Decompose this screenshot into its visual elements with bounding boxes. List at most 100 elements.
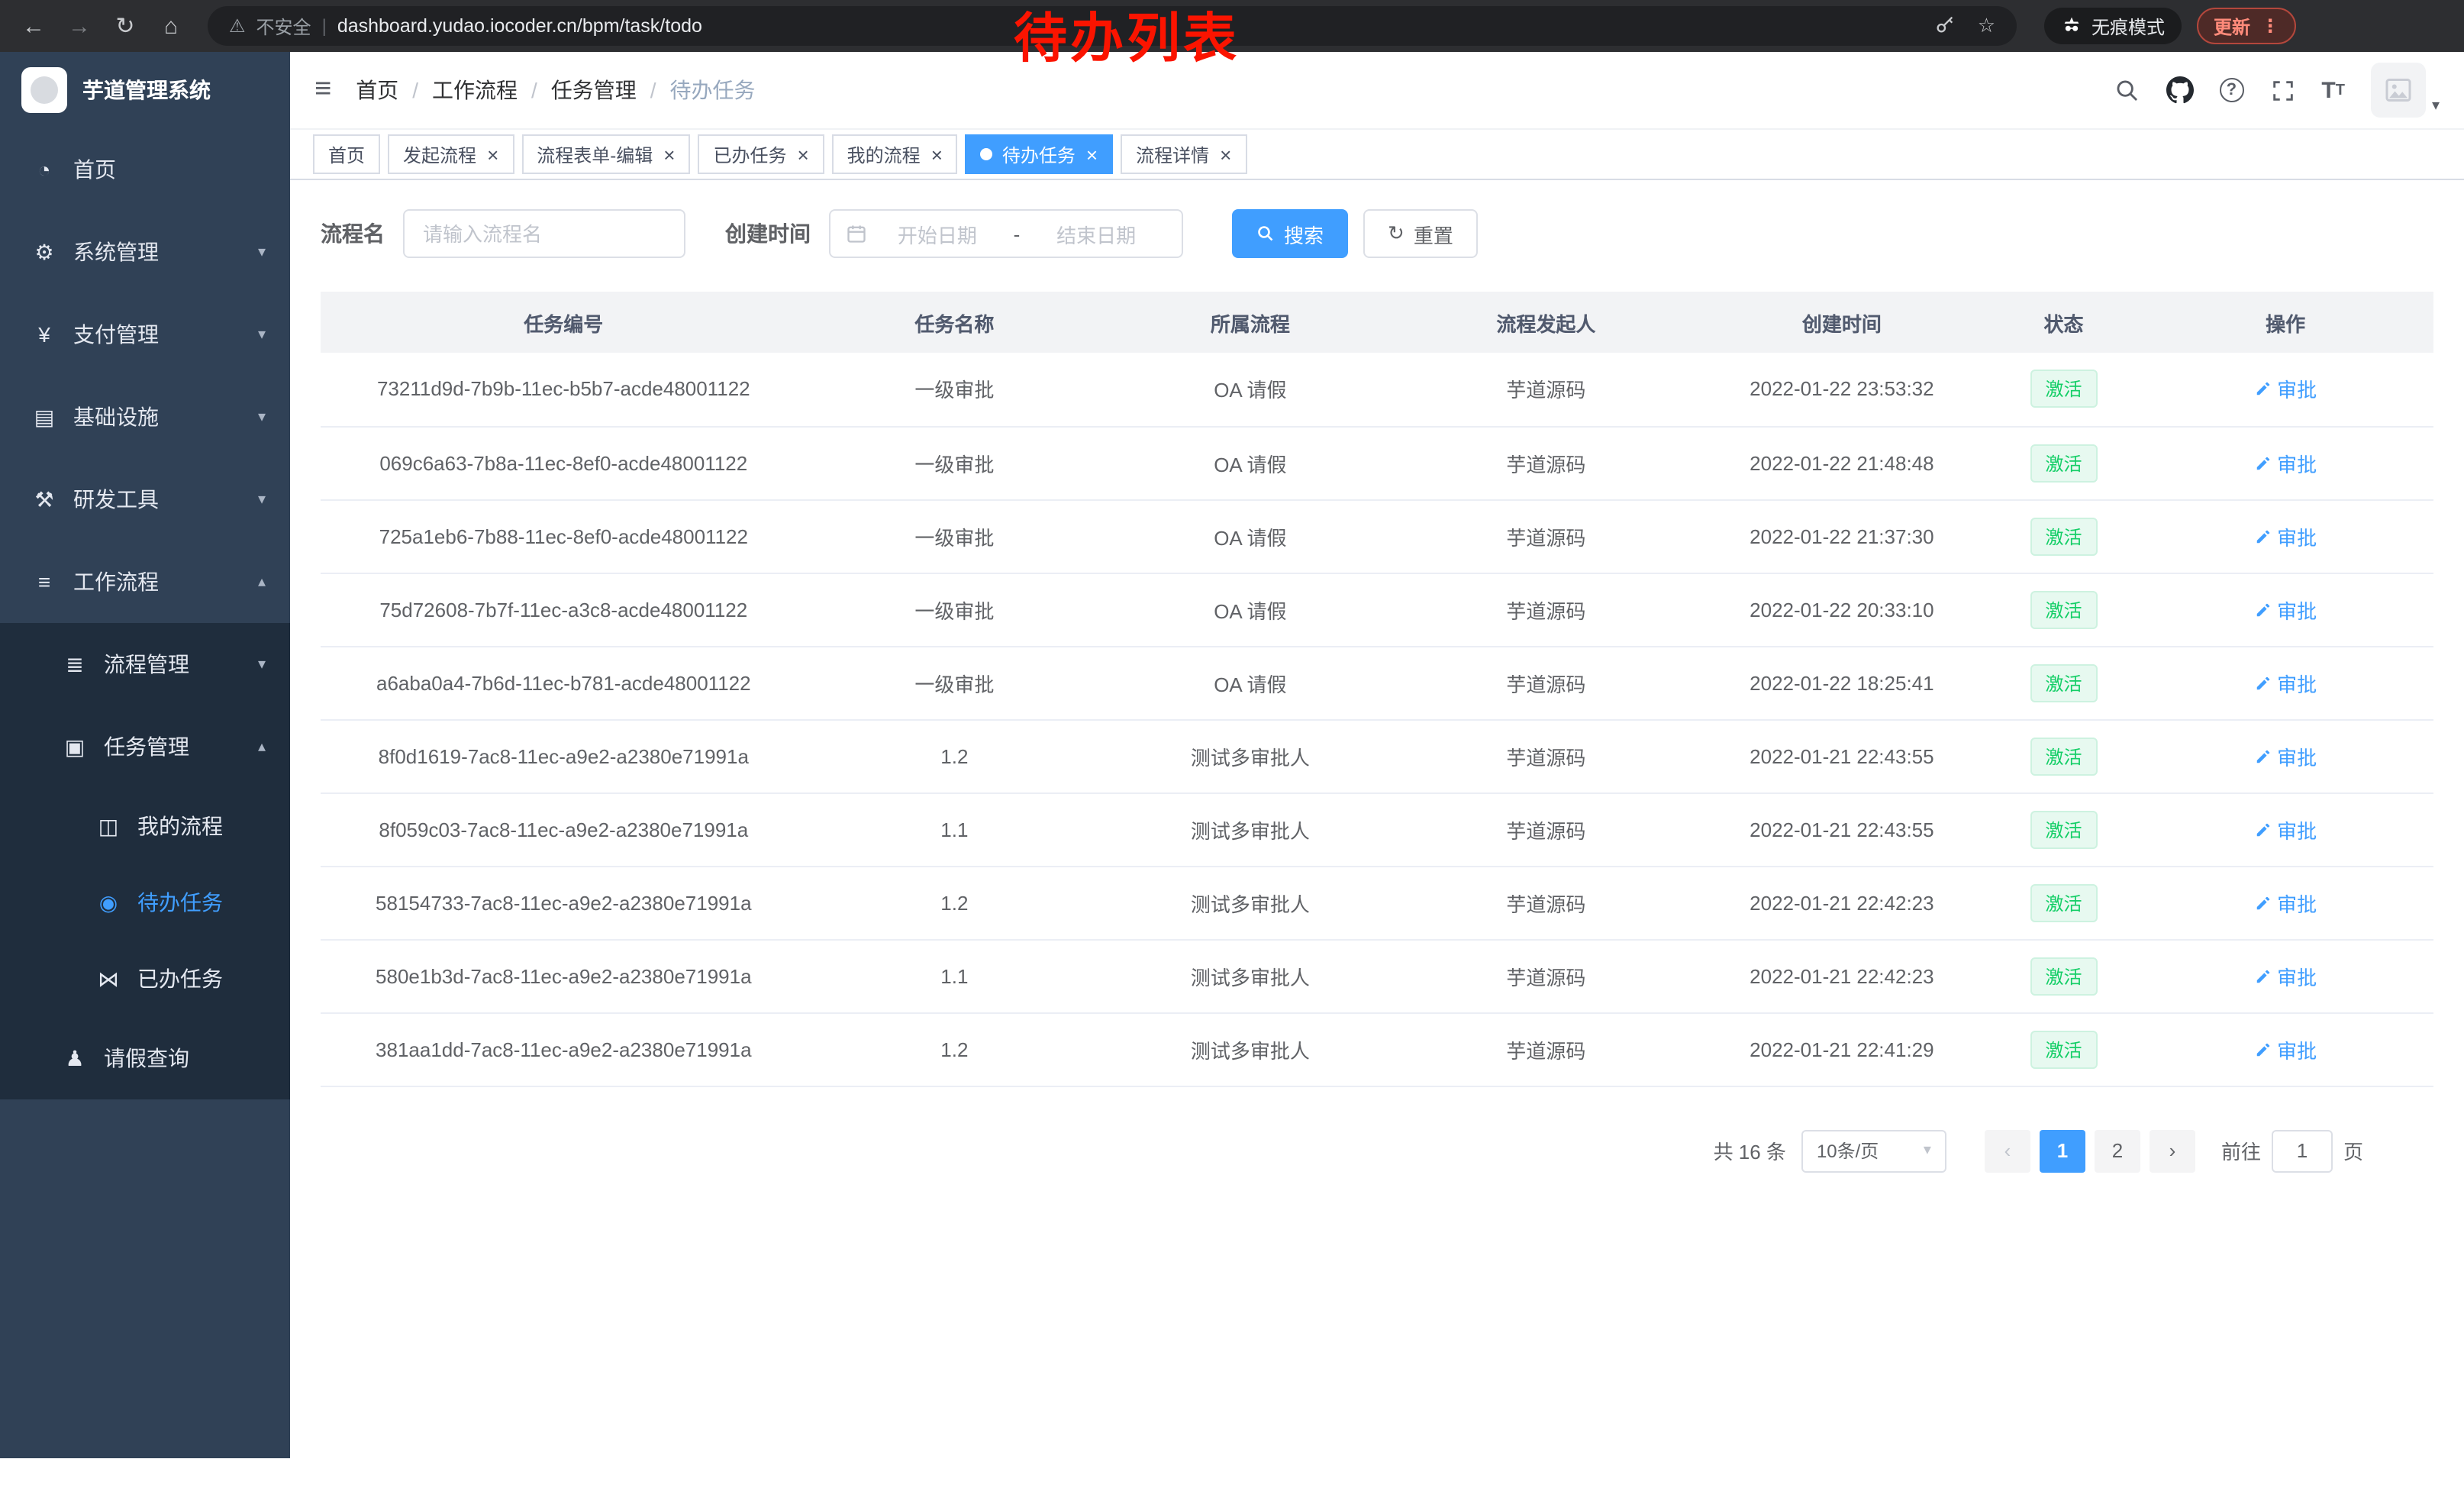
sidebar-item-my-process[interactable]: ◫ 我的流程 bbox=[0, 788, 290, 864]
incognito-icon bbox=[2061, 13, 2082, 39]
tab-home[interactable]: 首页 bbox=[313, 134, 380, 174]
update-button[interactable]: 更新 ⋮ bbox=[2197, 8, 2296, 44]
sidebar-item-task-manage[interactable]: ▣ 任务管理 ▴ bbox=[0, 705, 290, 788]
tab-process-detail[interactable]: 流程详情 × bbox=[1121, 134, 1247, 174]
sidebar-item-devtools[interactable]: ⚒ 研发工具 ▾ bbox=[0, 458, 290, 541]
approve-link[interactable]: 审批 bbox=[2254, 888, 2317, 917]
sidebar-item-home[interactable]: ◔ 首页 bbox=[0, 128, 290, 211]
sidebar-item-payment[interactable]: ¥ 支付管理 ▾ bbox=[0, 293, 290, 376]
user-menu[interactable]: ▾ bbox=[2371, 63, 2440, 118]
tab-close-icon[interactable]: × bbox=[1086, 144, 1098, 164]
cell-process: OA 请假 bbox=[1102, 573, 1398, 646]
status-badge: 激活 bbox=[2030, 370, 2097, 408]
pager-pages: 12 bbox=[2035, 1129, 2145, 1172]
reset-icon: ↻ bbox=[1388, 221, 1405, 246]
tab-done-tasks[interactable]: 已办任务 × bbox=[698, 134, 824, 174]
calendar-icon bbox=[846, 223, 867, 244]
fullscreen-icon[interactable] bbox=[2269, 77, 2295, 103]
search-icon[interactable] bbox=[2114, 77, 2140, 103]
next-page-button[interactable]: › bbox=[2150, 1129, 2195, 1172]
back-icon[interactable]: ← bbox=[12, 5, 55, 47]
cell-task-id: 8f059c03-7ac8-11ec-a9e2-a2380e71991a bbox=[321, 792, 807, 866]
cell-process: OA 请假 bbox=[1102, 646, 1398, 719]
sidebar-filler bbox=[0, 1099, 290, 1458]
breadcrumb-item[interactable]: 任务管理 bbox=[551, 75, 637, 105]
help-icon[interactable]: ? bbox=[2219, 78, 2243, 102]
process-name-label: 流程名 bbox=[321, 218, 385, 249]
approve-link[interactable]: 审批 bbox=[2254, 1035, 2317, 1064]
font-size-icon[interactable]: TT bbox=[2321, 77, 2345, 103]
page-button[interactable]: 2 bbox=[2095, 1129, 2140, 1172]
page-button[interactable]: 1 bbox=[2040, 1129, 2085, 1172]
reset-button[interactable]: ↻ 重置 bbox=[1363, 209, 1478, 258]
cell-process: OA 请假 bbox=[1102, 426, 1398, 499]
tab-my-process[interactable]: 我的流程 × bbox=[832, 134, 958, 174]
url-text: dashboard.yudao.iocoder.cn/bpm/task/todo bbox=[337, 15, 702, 37]
tab-close-icon[interactable]: × bbox=[797, 144, 808, 164]
date-range-picker[interactable]: 开始日期 - 结束日期 bbox=[829, 209, 1183, 258]
approve-link[interactable]: 审批 bbox=[2254, 961, 2317, 990]
tab-close-icon[interactable]: × bbox=[663, 144, 675, 164]
main-content: 流程名 创建时间 开始日期 - 结束日期 bbox=[290, 182, 2464, 1501]
tab-close-icon[interactable]: × bbox=[1220, 144, 1231, 164]
cell-task-id: 8f0d1619-7ac8-11ec-a9e2-a2380e71991a bbox=[321, 719, 807, 792]
sidebar-item-workflow[interactable]: ≡ 工作流程 ▴ bbox=[0, 541, 290, 623]
approve-link[interactable]: 审批 bbox=[2254, 521, 2317, 550]
search-button[interactable]: 搜索 bbox=[1232, 209, 1348, 258]
breadcrumb-item[interactable]: 工作流程 bbox=[432, 75, 518, 105]
breadcrumb-separator: / bbox=[531, 78, 537, 102]
approve-link[interactable]: 审批 bbox=[2254, 668, 2317, 697]
prev-page-button[interactable]: ‹ bbox=[1985, 1129, 2030, 1172]
cell-starter: 芋道源码 bbox=[1398, 353, 1695, 426]
sidebar-toggle-icon[interactable]: ≡ bbox=[314, 73, 331, 107]
tab-form-edit[interactable]: 流程表单-编辑 × bbox=[521, 134, 690, 174]
approve-link[interactable]: 审批 bbox=[2254, 448, 2317, 477]
tab-close-icon[interactable]: × bbox=[931, 144, 943, 164]
status-badge: 激活 bbox=[2030, 810, 2097, 848]
forward-icon[interactable]: → bbox=[58, 5, 101, 47]
page-size-select[interactable]: 10条/页 ▾ bbox=[1801, 1129, 1946, 1172]
key-icon[interactable] bbox=[1935, 13, 1956, 39]
cell-process: 测试多审批人 bbox=[1102, 939, 1398, 1012]
sidebar-header[interactable]: 芋道管理系统 bbox=[0, 52, 290, 128]
sidebar-item-todo-tasks[interactable]: ◉ 待办任务 bbox=[0, 864, 290, 941]
my-process-icon: ◫ bbox=[95, 813, 122, 839]
sidebar-item-process-manage[interactable]: ≣ 流程管理 ▾ bbox=[0, 623, 290, 705]
active-tab-dot bbox=[981, 148, 993, 160]
refresh-icon[interactable]: ↻ bbox=[104, 5, 147, 47]
goto-page-input[interactable] bbox=[2272, 1129, 2333, 1172]
sidebar-item-done-tasks[interactable]: ⋈ 已办任务 bbox=[0, 941, 290, 1017]
approve-link[interactable]: 审批 bbox=[2254, 741, 2317, 770]
yen-icon: ¥ bbox=[31, 322, 58, 347]
sidebar-item-leave-query[interactable]: ♟ 请假查询 bbox=[0, 1017, 290, 1099]
approve-link[interactable]: 审批 bbox=[2254, 595, 2317, 624]
tab-todo-tasks[interactable]: 待办任务 × bbox=[966, 134, 1113, 174]
approve-link[interactable]: 审批 bbox=[2254, 375, 2317, 404]
process-name-input[interactable] bbox=[403, 209, 685, 258]
tab-close-icon[interactable]: × bbox=[487, 144, 498, 164]
breadcrumb-item[interactable]: 首页 bbox=[356, 75, 398, 105]
cell-task-name: 一级审批 bbox=[807, 573, 1103, 646]
menu-dots-icon[interactable]: ⋮ bbox=[2261, 15, 2279, 37]
status-badge: 激活 bbox=[2030, 737, 2097, 775]
star-icon[interactable]: ☆ bbox=[1978, 14, 1995, 38]
github-icon[interactable] bbox=[2166, 76, 2193, 104]
edit-icon bbox=[2254, 454, 2271, 471]
edit-icon bbox=[2254, 747, 2271, 764]
approve-link[interactable]: 审批 bbox=[2254, 815, 2317, 844]
column-header: 任务名称 bbox=[807, 292, 1103, 353]
sidebar-item-infrastructure[interactable]: ▤ 基础设施 ▾ bbox=[0, 376, 290, 458]
caret-down-icon: ▾ bbox=[2432, 98, 2440, 118]
tab-start-process[interactable]: 发起流程 × bbox=[388, 134, 514, 174]
chevron-down-icon: ▾ bbox=[258, 244, 266, 260]
table-head-row: 任务编号任务名称所属流程流程发起人创建时间状态操作 bbox=[321, 292, 2433, 353]
security-label: 不安全 bbox=[256, 13, 311, 39]
cell-task-name: 1.2 bbox=[807, 866, 1103, 939]
sidebar-item-system[interactable]: ⚙ 系统管理 ▾ bbox=[0, 211, 290, 293]
home-icon[interactable]: ⌂ bbox=[150, 5, 192, 47]
breadcrumb-separator: / bbox=[650, 78, 656, 102]
cell-task-name: 1.2 bbox=[807, 719, 1103, 792]
cell-task-id: a6aba0a4-7b6d-11ec-b781-acde48001122 bbox=[321, 646, 807, 719]
cell-task-id: 069c6a63-7b8a-11ec-8ef0-acde48001122 bbox=[321, 426, 807, 499]
column-header: 创建时间 bbox=[1694, 292, 1990, 353]
